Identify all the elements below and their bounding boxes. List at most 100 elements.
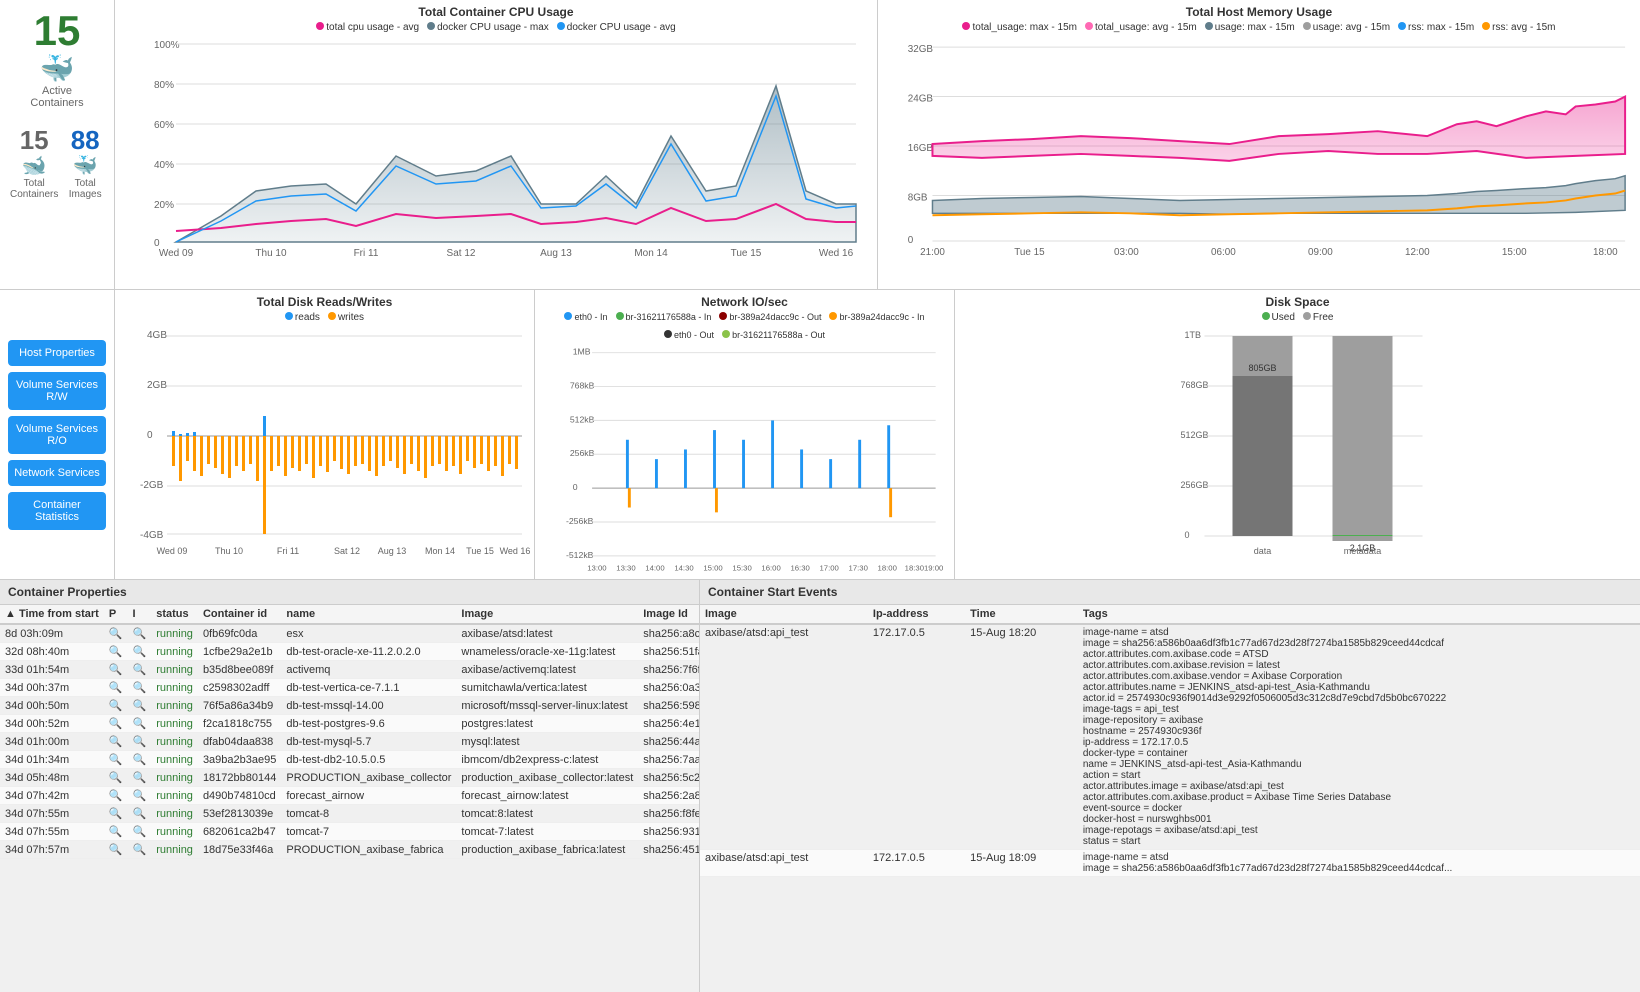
search-icon-i[interactable]: 🔍 (133, 736, 147, 748)
search-icon-i[interactable]: 🔍 (133, 844, 147, 856)
search-icon-i[interactable]: 🔍 (133, 754, 147, 766)
search-icon-p[interactable]: 🔍 (109, 700, 123, 712)
drw-x-mon14: Mon 14 (425, 546, 455, 556)
table-row: 8d 03h:09m 🔍 🔍 running 0fb69fc0da esx ax… (0, 624, 699, 643)
total-images-box: 88 🐳 Total Images (66, 127, 104, 200)
td-i[interactable]: 🔍 (128, 769, 152, 787)
ds-y-768gb: 768GB (1181, 380, 1209, 390)
volume-services-rw-button[interactable]: Volume Services R/W (8, 372, 106, 410)
td-p[interactable]: 🔍 (104, 697, 128, 715)
mem-x-0600: 06:00 (1211, 247, 1236, 258)
td-i[interactable]: 🔍 (128, 679, 152, 697)
net-x-1700: 17:00 (819, 563, 838, 572)
search-icon-i[interactable]: 🔍 (133, 826, 147, 838)
td-i[interactable]: 🔍 (128, 661, 152, 679)
td-p[interactable]: 🔍 (104, 715, 128, 733)
legend-br38-in: br-389a24dacc9c - In (829, 312, 924, 322)
td-p[interactable]: 🔍 (104, 841, 128, 859)
totals-row: 15 🐋 Total Containers 88 🐳 Total Images (10, 127, 104, 200)
container-properties-table-container[interactable]: ▲ Time from start P I status Container i… (0, 605, 699, 992)
search-icon-p[interactable]: 🔍 (109, 646, 123, 658)
td-p[interactable]: 🔍 (104, 661, 128, 679)
th-name[interactable]: name (281, 605, 456, 624)
search-icon-p[interactable]: 🔍 (109, 808, 123, 820)
search-icon-p[interactable]: 🔍 (109, 772, 123, 784)
net-y-256kb: 256kB (570, 448, 595, 458)
search-icon-p[interactable]: 🔍 (109, 754, 123, 766)
search-icon-i[interactable]: 🔍 (133, 808, 147, 820)
td-i[interactable]: 🔍 (128, 787, 152, 805)
write-bar-40 (445, 436, 448, 471)
search-icon-p[interactable]: 🔍 (109, 790, 123, 802)
td-i[interactable]: 🔍 (128, 715, 152, 733)
search-icon-p[interactable]: 🔍 (109, 628, 123, 640)
th-event-tags[interactable]: Tags (1078, 605, 1640, 624)
td-p[interactable]: 🔍 (104, 805, 128, 823)
search-icon-i[interactable]: 🔍 (133, 790, 147, 802)
td-time: 34d 01h:00m (0, 733, 104, 751)
td-i[interactable]: 🔍 (128, 733, 152, 751)
td-p[interactable]: 🔍 (104, 751, 128, 769)
td-i[interactable]: 🔍 (128, 643, 152, 661)
td-p[interactable]: 🔍 (104, 787, 128, 805)
td-p[interactable]: 🔍 (104, 769, 128, 787)
container-statistics-button[interactable]: Container Statistics (8, 492, 106, 530)
td-i[interactable]: 🔍 (128, 841, 152, 859)
search-icon-i[interactable]: 🔍 (133, 628, 147, 640)
search-icon-p[interactable]: 🔍 (109, 736, 123, 748)
table-row: 34d 07h:57m 🔍 🔍 running 18d75e33f46a PRO… (0, 841, 699, 859)
search-icon-i[interactable]: 🔍 (133, 700, 147, 712)
th-status[interactable]: status (151, 605, 198, 624)
search-icon-p[interactable]: 🔍 (109, 718, 123, 730)
table-row: 34d 07h:55m 🔍 🔍 running 53ef2813039e tom… (0, 805, 699, 823)
drw-x-aug13: Aug 13 (378, 546, 407, 556)
th-i[interactable]: I (128, 605, 152, 624)
th-event-image[interactable]: Image (700, 605, 868, 624)
legend-dot-br38-out (719, 312, 727, 320)
th-containerid[interactable]: Container id (198, 605, 281, 624)
td-p[interactable]: 🔍 (104, 733, 128, 751)
search-icon-i[interactable]: 🔍 (133, 664, 147, 676)
volume-services-ro-button[interactable]: Volume Services R/O (8, 416, 106, 454)
td-i[interactable]: 🔍 (128, 805, 152, 823)
td-i[interactable]: 🔍 (128, 823, 152, 841)
th-time[interactable]: ▲ Time from start (0, 605, 104, 624)
drw-x-fri11: Fri 11 (277, 546, 299, 556)
container-events-table-container[interactable]: Image Ip-address Time Tags axibase/atsd:… (700, 605, 1640, 992)
memory-chart-legend: total_usage: max - 15m total_usage: avg … (883, 22, 1635, 33)
td-p[interactable]: 🔍 (104, 679, 128, 697)
write-bar-29 (368, 436, 371, 471)
th-event-ip[interactable]: Ip-address (868, 605, 965, 624)
search-icon-i[interactable]: 🔍 (133, 682, 147, 694)
x-label-aug13: Aug 13 (540, 248, 572, 259)
search-icon-p[interactable]: 🔍 (109, 682, 123, 694)
legend-free: Free (1303, 312, 1334, 323)
td-p[interactable]: 🔍 (104, 624, 128, 643)
search-icon-i[interactable]: 🔍 (133, 718, 147, 730)
read-bar-1 (172, 431, 175, 436)
network-services-button[interactable]: Network Services (8, 460, 106, 486)
th-p[interactable]: P (104, 605, 128, 624)
td-p[interactable]: 🔍 (104, 823, 128, 841)
search-icon-i[interactable]: 🔍 (133, 772, 147, 784)
search-icon-p[interactable]: 🔍 (109, 844, 123, 856)
network-legend: eth0 - In br-31621176588a - In br-389a24… (540, 312, 949, 340)
mem-y-32gb: 32GB (908, 44, 934, 55)
container-events-table: Image Ip-address Time Tags axibase/atsd:… (700, 605, 1640, 877)
th-imageid[interactable]: Image Id (638, 605, 699, 624)
td-p[interactable]: 🔍 (104, 643, 128, 661)
th-image[interactable]: Image (456, 605, 638, 624)
net-bar-8 (829, 459, 832, 488)
container-properties-table: ▲ Time from start P I status Container i… (0, 605, 699, 859)
search-icon-p[interactable]: 🔍 (109, 826, 123, 838)
write-bar-33 (396, 436, 399, 468)
search-icon-i[interactable]: 🔍 (133, 646, 147, 658)
host-properties-button[interactable]: Host Properties (8, 340, 106, 366)
td-status: running (151, 624, 198, 643)
td-i[interactable]: 🔍 (128, 751, 152, 769)
th-event-time[interactable]: Time (965, 605, 1078, 624)
td-i[interactable]: 🔍 (128, 697, 152, 715)
search-icon-p[interactable]: 🔍 (109, 664, 123, 676)
x-label-tue15: Tue 15 (731, 248, 762, 259)
td-i[interactable]: 🔍 (128, 624, 152, 643)
